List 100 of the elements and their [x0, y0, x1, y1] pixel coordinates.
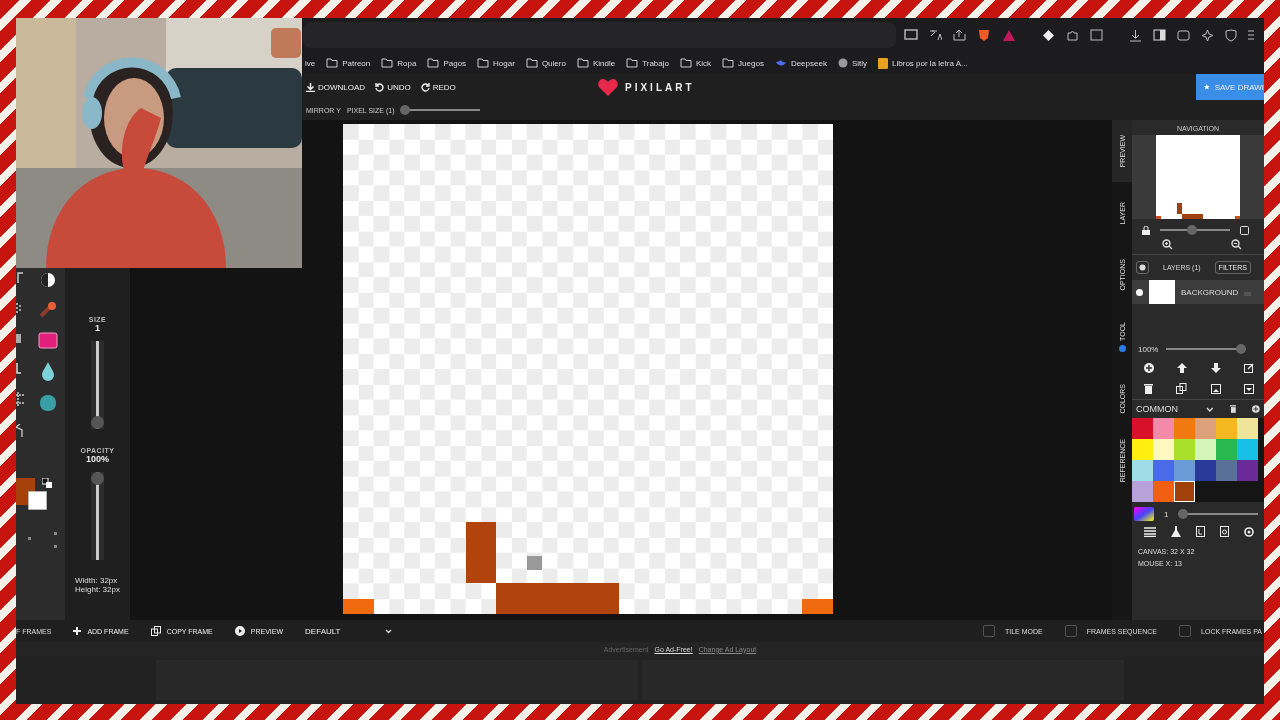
- folder-icon: [626, 58, 639, 68]
- layer-name: BACKGROUND: [1181, 287, 1239, 297]
- palette-name[interactable]: COMMON: [1136, 404, 1178, 414]
- menu-icon[interactable]: [1248, 29, 1254, 41]
- color-swatch[interactable]: [1132, 481, 1153, 502]
- opacity-slider[interactable]: [91, 472, 104, 560]
- color-swatch[interactable]: [1153, 481, 1174, 502]
- layer-settings-button[interactable]: [1136, 261, 1149, 274]
- chevron-down-icon[interactable]: [1206, 406, 1214, 412]
- folder-icon: [576, 58, 589, 68]
- color-swatch[interactable]: [1216, 418, 1237, 439]
- bookmark-link[interactable]: Deepseek: [790, 58, 827, 68]
- color-swatch[interactable]: [1132, 439, 1153, 460]
- crop-icon[interactable]: [16, 392, 24, 406]
- mode-dropdown[interactable]: DEFAULT: [305, 626, 392, 636]
- wallet-icon[interactable]: [1177, 29, 1190, 41]
- zoom-out-icon[interactable]: [1231, 239, 1242, 250]
- folder-icon: [477, 58, 490, 68]
- color-swatch[interactable]: [1153, 460, 1174, 481]
- edit-icon[interactable]: [1244, 363, 1254, 373]
- stamp-icon[interactable]: [38, 301, 57, 319]
- image-icon[interactable]: [1210, 383, 1221, 394]
- diamond-icon[interactable]: [1042, 28, 1055, 42]
- list-icon[interactable]: [1144, 526, 1156, 537]
- color-swatch[interactable]: [1237, 439, 1258, 460]
- bookmark-link[interactable]: Quiero: [541, 58, 566, 68]
- bookmark-link[interactable]: Pagos: [443, 58, 467, 68]
- download-icon[interactable]: [1129, 28, 1142, 42]
- color-swatch[interactable]: [1195, 418, 1216, 439]
- bookmark-link[interactable]: Juegos: [738, 58, 764, 68]
- color-swatch[interactable]: [1174, 439, 1195, 460]
- color-swatch[interactable]: [1132, 460, 1153, 481]
- color-swatch-icon[interactable]: [37, 332, 58, 349]
- color-swatch[interactable]: [1237, 460, 1258, 481]
- copy-icon: [150, 626, 161, 636]
- color-swatch[interactable]: [1153, 439, 1174, 460]
- navigation-preview[interactable]: [1156, 135, 1240, 219]
- swap-colors-icon[interactable]: [42, 478, 52, 488]
- add-icon[interactable]: [1144, 363, 1154, 373]
- bookmark-link[interactable]: Hogar: [493, 58, 515, 68]
- checkbox[interactable]: [1064, 625, 1077, 637]
- checkbox[interactable]: [982, 625, 995, 637]
- share-icon[interactable]: [953, 29, 966, 41]
- dither-icon[interactable]: [16, 302, 22, 314]
- sparkle-icon[interactable]: [1201, 28, 1214, 42]
- size-slider[interactable]: [91, 341, 104, 429]
- color-selector-drawing[interactable]: [16, 478, 47, 510]
- toolbar-button[interactable]: REDO: [420, 82, 456, 92]
- color-swatch[interactable]: [1237, 418, 1258, 439]
- blob-icon[interactable]: [38, 394, 57, 412]
- color-swatch[interactable]: [1195, 439, 1216, 460]
- arrow-down-icon[interactable]: [1210, 363, 1221, 373]
- bookmark-link[interactable]: ive: [305, 58, 316, 68]
- arrow-up-icon[interactable]: [1177, 363, 1188, 373]
- cast-icon[interactable]: [904, 29, 918, 41]
- translate-icon[interactable]: [929, 29, 942, 41]
- droplet-icon[interactable]: [40, 362, 55, 381]
- folder-icon: [722, 58, 735, 68]
- sidebar-icon[interactable]: [1153, 29, 1166, 41]
- triangle-icon[interactable]: [1002, 28, 1016, 42]
- shield-icon[interactable]: [1225, 28, 1237, 42]
- document-icon[interactable]: [1220, 526, 1229, 537]
- color-swatch[interactable]: [1153, 418, 1174, 439]
- color-swatch[interactable]: [1195, 460, 1216, 481]
- document-icon[interactable]: [1196, 526, 1205, 537]
- visibility-dot[interactable]: [1136, 288, 1143, 296]
- merge-down-icon[interactable]: [1244, 383, 1254, 394]
- bookmark-link[interactable]: Ropa: [397, 58, 417, 68]
- add-icon[interactable]: [1252, 405, 1260, 413]
- color-swatch[interactable]: [1174, 481, 1195, 502]
- color-swatch[interactable]: [1216, 439, 1237, 460]
- folder-icon: [525, 58, 538, 68]
- bracket-icon[interactable]: [16, 272, 24, 284]
- checkbox[interactable]: [1179, 625, 1192, 637]
- bookmark-link[interactable]: Kick: [695, 58, 712, 68]
- rainbow-color-icon[interactable]: [1134, 507, 1154, 521]
- pixel-canvas[interactable]: [343, 124, 833, 614]
- color-swatch[interactable]: [1174, 418, 1195, 439]
- color-swatch[interactable]: [1174, 460, 1195, 481]
- bookmark-link[interactable]: Sitly: [851, 58, 868, 68]
- brush-value: 1: [1164, 509, 1169, 519]
- zoom-in-icon[interactable]: [1162, 239, 1173, 250]
- window-icon[interactable]: [1090, 29, 1103, 41]
- flask-icon[interactable]: [1171, 526, 1181, 537]
- duplicate-icon[interactable]: [1176, 383, 1188, 394]
- bookmark-link[interactable]: Patreon: [342, 58, 371, 68]
- toolbar-button[interactable]: UNDO: [375, 82, 411, 92]
- toolbar-button[interactable]: DOWNLOAD: [306, 82, 366, 92]
- color-swatch[interactable]: [1216, 460, 1237, 481]
- circle-icon[interactable]: [1244, 526, 1254, 537]
- layer-row[interactable]: BACKGROUND: [1132, 280, 1264, 304]
- moon-icon[interactable]: [39, 272, 56, 288]
- trash-icon[interactable]: [1229, 405, 1237, 413]
- bookmark-link[interactable]: Trabajo: [642, 58, 669, 68]
- bookmark-link[interactable]: Kindle: [592, 58, 616, 68]
- color-swatch[interactable]: [1132, 418, 1153, 439]
- dots-icon[interactable]: [28, 532, 58, 548]
- bookmark-link[interactable]: Libros por la letra A...: [892, 58, 968, 68]
- trash-icon[interactable]: [1144, 383, 1153, 394]
- square-icon[interactable]: [1240, 225, 1249, 235]
